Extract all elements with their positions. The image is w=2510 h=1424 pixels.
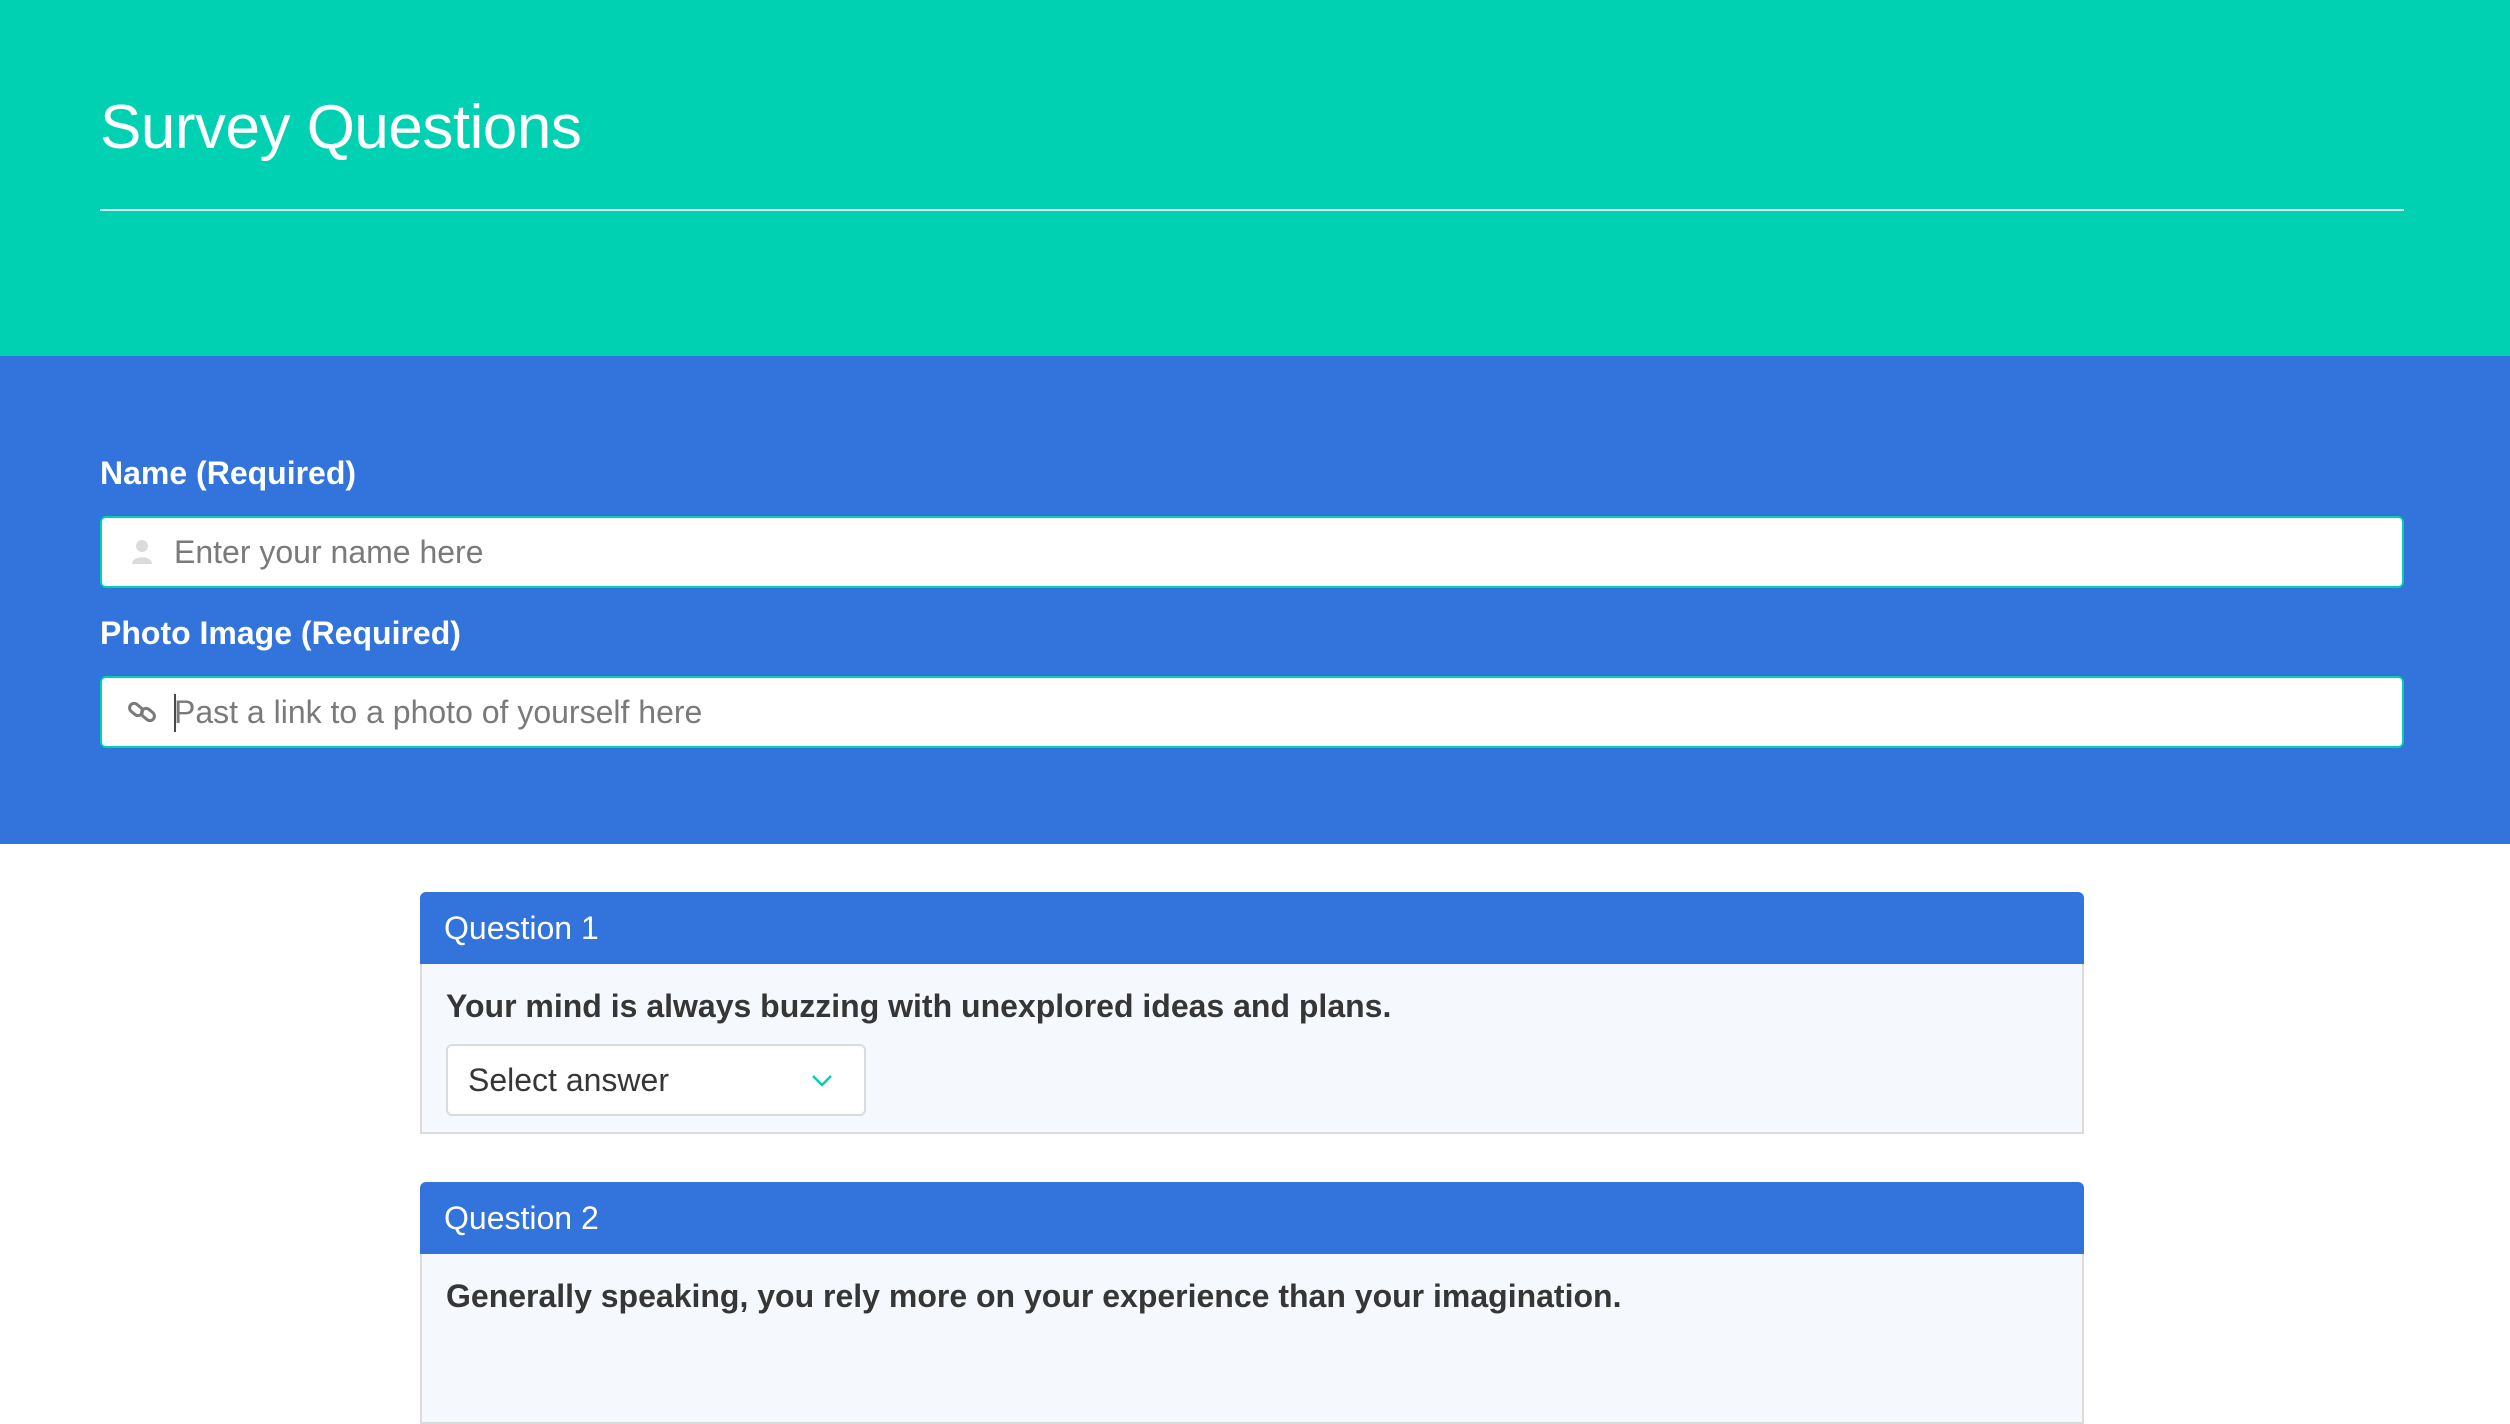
name-input[interactable]: [174, 518, 2374, 586]
question-card: Question 1 Your mind is always buzzing w…: [420, 892, 2084, 1134]
name-label: Name (Required): [100, 455, 357, 491]
photo-field[interactable]: [100, 676, 2404, 748]
answer-select[interactable]: Select answer: [446, 1044, 866, 1116]
select-value: Select answer: [468, 1062, 669, 1098]
question-text: Your mind is always buzzing with unexplo…: [446, 988, 1392, 1024]
photo-label: Photo Image (Required): [100, 615, 461, 651]
link-icon: [126, 696, 158, 728]
question-card: Question 2 Generally speaking, you rely …: [420, 1182, 2084, 1424]
chevron-down-icon: [810, 1068, 834, 1092]
name-field[interactable]: [100, 516, 2404, 588]
question-header: Question 1: [420, 892, 2084, 964]
hero-banner: Survey Questions: [0, 0, 2510, 356]
hero-divider: [100, 209, 2404, 211]
question-text: Generally speaking, you rely more on you…: [446, 1278, 1622, 1314]
text-cursor: [174, 694, 176, 732]
page-title: Survey Questions: [100, 93, 582, 162]
question-body: Generally speaking, you rely more on you…: [420, 1254, 2084, 1424]
user-icon: [126, 536, 158, 568]
photo-input[interactable]: [174, 678, 2374, 746]
question-body: Your mind is always buzzing with unexplo…: [420, 964, 2084, 1134]
personal-info-section: Name (Required) Photo Image (Required): [0, 356, 2510, 844]
question-header: Question 2: [420, 1182, 2084, 1254]
